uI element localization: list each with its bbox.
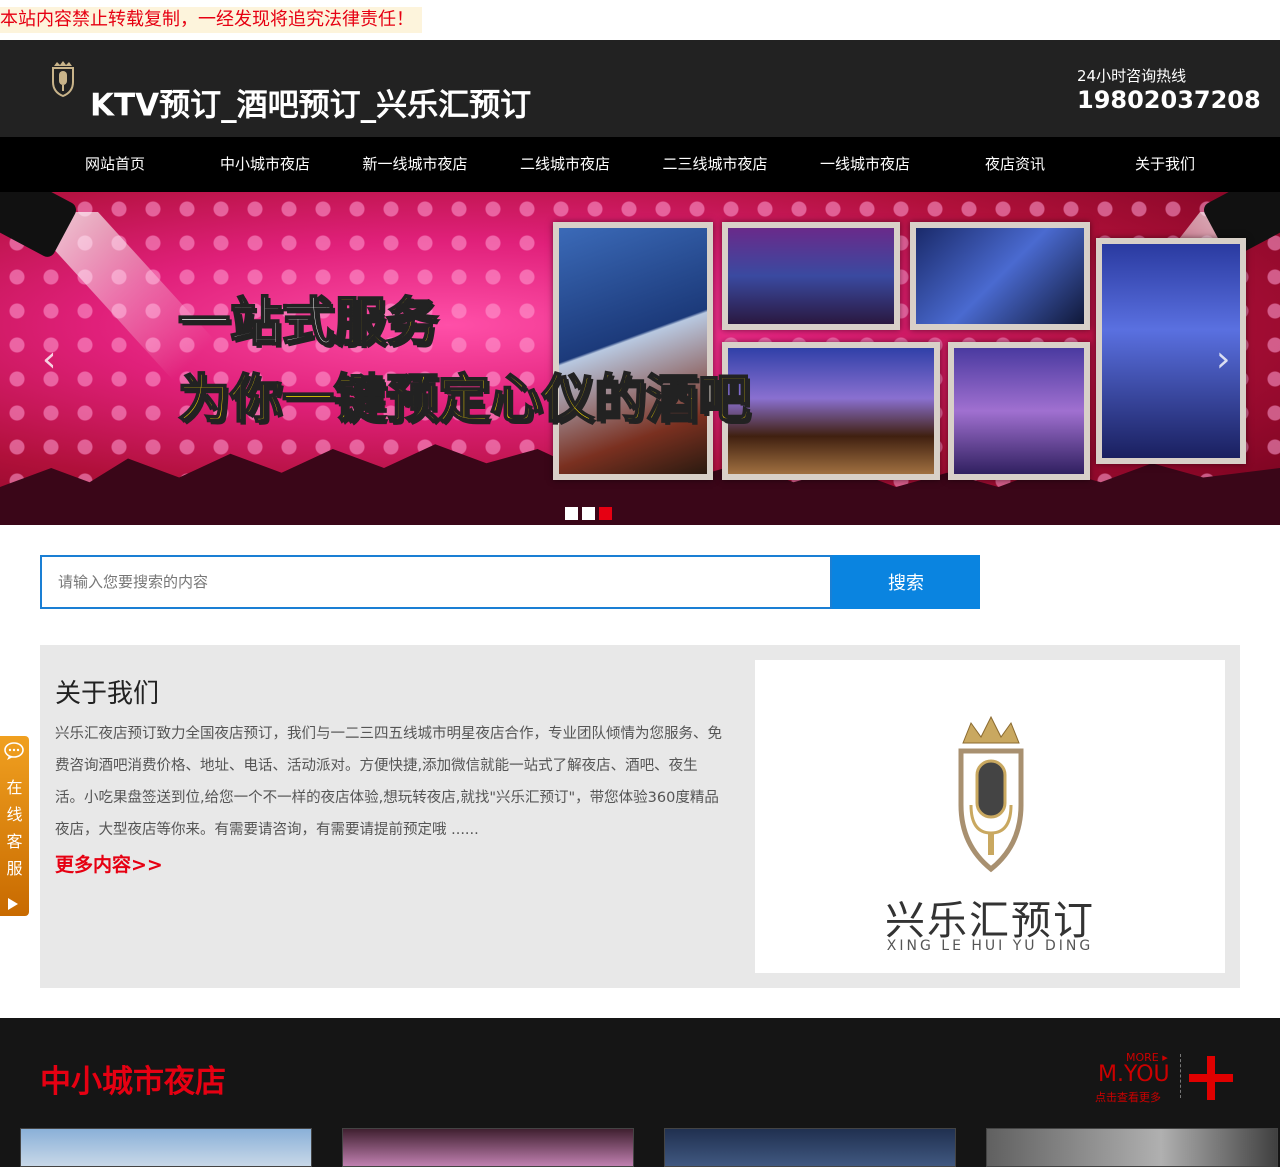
search-bar: 搜索 bbox=[40, 555, 980, 609]
small-city-section: 中小城市夜店 MORE ▸ M.YOU 点击查看更多 bbox=[0, 1018, 1280, 1167]
site-header: KTV预订_酒吧预订_兴乐汇预订 24小时咨询热线 19802037208 bbox=[0, 40, 1280, 137]
about-more-link[interactable]: 更多内容>> bbox=[55, 850, 163, 877]
venue-card[interactable] bbox=[664, 1128, 956, 1167]
chat-bubble-icon bbox=[4, 742, 24, 760]
about-title: 关于我们 bbox=[55, 679, 160, 709]
chat-char-1: 在 bbox=[6, 778, 23, 797]
banner-photo-lounge bbox=[722, 222, 900, 330]
chat-char-2: 线 bbox=[6, 805, 23, 824]
nav-item-news[interactable]: 夜店资讯 bbox=[940, 137, 1090, 192]
venue-card[interactable] bbox=[986, 1128, 1278, 1167]
nav-item-tier2[interactable]: 二线城市夜店 bbox=[490, 137, 640, 192]
banner-slogan-line1: 一站式服务 bbox=[177, 280, 439, 355]
notice-text: 本站内容禁止转载复制，一经发现将追究法律责任！ bbox=[0, 7, 422, 33]
about-section: 关于我们 兴乐汇夜店预订致力全国夜店预订，我们与一二三四五线城市明星夜店合作，专… bbox=[40, 645, 1240, 988]
slogan-part-a: 一站式 bbox=[177, 292, 335, 354]
site-title[interactable]: KTV预订_酒吧预订_兴乐汇预订 bbox=[90, 80, 531, 125]
section-title: 中小城市夜店 bbox=[40, 1064, 226, 1100]
banner-photo-ktv-room bbox=[722, 342, 940, 480]
chat-char-4: 服 bbox=[6, 859, 23, 878]
hotline-number: 19802037208 bbox=[1077, 86, 1261, 114]
brand-logo-panel: 兴乐汇预订 XING LE HUI YU DING bbox=[755, 660, 1225, 973]
banner-dot-3[interactable] bbox=[599, 507, 612, 520]
chat-char-3: 客 bbox=[6, 832, 23, 851]
nav-item-about[interactable]: 关于我们 bbox=[1090, 137, 1240, 192]
venue-card[interactable] bbox=[342, 1128, 634, 1167]
nav-item-home[interactable]: 网站首页 bbox=[40, 137, 190, 192]
banner-prev-icon[interactable]: ‹ bbox=[42, 339, 56, 380]
about-text: 兴乐汇夜店预订致力全国夜店预订，我们与一二三四五线城市明星夜店合作，专业团队倾情… bbox=[55, 726, 722, 838]
microphone-crown-icon[interactable] bbox=[50, 60, 76, 98]
online-service-label: 在 线 客 服 bbox=[0, 774, 29, 882]
venue-card[interactable] bbox=[20, 1128, 312, 1167]
banner-photo-club bbox=[910, 222, 1090, 330]
nav-item-new-tier1[interactable]: 新一线城市夜店 bbox=[340, 137, 490, 192]
more-divider bbox=[1180, 1054, 1181, 1098]
nav-item-small-city[interactable]: 中小城市夜店 bbox=[190, 137, 340, 192]
banner-photo-stage bbox=[948, 342, 1090, 480]
banner-dot-2[interactable] bbox=[582, 507, 595, 520]
crown-microphone-logo-icon bbox=[958, 715, 1024, 873]
banner-next-icon[interactable]: › bbox=[1216, 339, 1230, 380]
banner-dot-1[interactable] bbox=[565, 507, 578, 520]
slogan-part-b: 服务 bbox=[333, 292, 439, 354]
more-label-mid[interactable]: M.YOU bbox=[1098, 1062, 1170, 1087]
nav-item-tier2-3[interactable]: 二三线城市夜店 bbox=[640, 137, 790, 192]
hotline-label: 24小时咨询热线 bbox=[1077, 67, 1187, 85]
main-nav: 网站首页 中小城市夜店 新一线城市夜店 二线城市夜店 二三线城市夜店 一线城市夜… bbox=[0, 137, 1280, 192]
brand-subtitle: XING LE HUI YU DING bbox=[886, 938, 1094, 954]
plus-icon-bar[interactable] bbox=[1189, 1074, 1233, 1082]
banner-photo-bar bbox=[553, 222, 713, 480]
hero-banner[interactable]: 一站式服务 为你一键预定心仪的酒吧 ‹ › bbox=[0, 192, 1280, 525]
banner-slogan-line2: 为你一键预定心仪的酒吧 bbox=[177, 369, 751, 431]
more-label-bottom[interactable]: 点击查看更多 bbox=[1095, 1089, 1161, 1105]
banner-pagination bbox=[565, 505, 616, 524]
online-service-widget[interactable]: 在 线 客 服 bbox=[0, 736, 29, 916]
nav-item-tier1[interactable]: 一线城市夜店 bbox=[790, 137, 940, 192]
play-icon bbox=[8, 898, 18, 910]
notice-bar: 本站内容禁止转载复制，一经发现将追究法律责任！ bbox=[0, 0, 1280, 40]
search-input[interactable] bbox=[40, 555, 832, 609]
search-button[interactable]: 搜索 bbox=[832, 555, 980, 609]
